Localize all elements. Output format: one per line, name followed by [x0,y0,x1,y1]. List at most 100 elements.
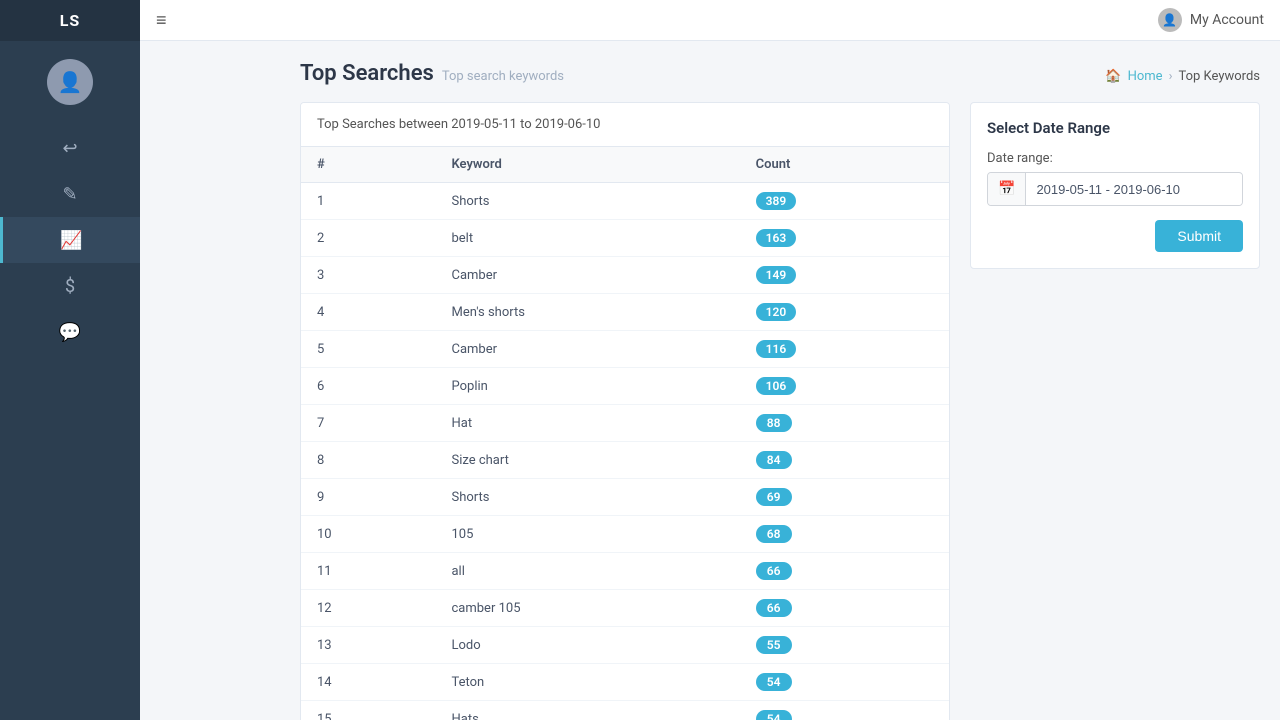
hamburger-icon[interactable]: ≡ [156,10,167,31]
table-row: 5 Camber 116 [301,331,949,368]
count-badge: 116 [756,340,797,358]
table-row: 9 Shorts 69 [301,479,949,516]
table-card: Top Searches between 2019-05-11 to 2019-… [300,102,950,720]
count-badge: 54 [756,673,792,691]
table-card-header: Top Searches between 2019-05-11 to 2019-… [301,103,949,147]
table-row: 15 Hats 54 [301,701,949,720]
cell-count: 54 [740,664,949,701]
page-title: Top Searches [300,61,434,86]
count-badge: 120 [756,303,797,321]
count-badge: 106 [756,377,797,395]
cell-keyword: Men's shorts [435,294,739,331]
count-badge: 55 [756,636,792,654]
table-row: 2 belt 163 [301,220,949,257]
col-count: Count [740,147,949,183]
table-row: 14 Teton 54 [301,664,949,701]
date-range-label: Date range: [987,151,1243,166]
calendar-icon: 📅 [988,173,1026,205]
main-content: Top Searches Top search keywords 🏠 Home … [280,41,1280,720]
sidebar-item-edit[interactable]: ✎ [0,171,140,217]
searches-table: # Keyword Count 1 Shorts 389 2 belt 1 6 3 … [301,147,949,720]
cell-num: 12 [301,590,435,627]
cell-keyword: 105 [435,516,739,553]
cell-keyword: belt [435,220,739,257]
count-badge: 84 [756,451,792,469]
date-input-wrapper: 📅 [987,172,1243,206]
cell-count: 88 [740,405,949,442]
cell-keyword: Teton [435,664,739,701]
count-badge: 68 [756,525,792,543]
sidebar-nav: ↩ ✎ 📈 $ 💬 [0,125,140,355]
table-row: 13 Lodo 55 [301,627,949,664]
table-header-row: # Keyword Count [301,147,949,183]
cell-count: 84 [740,442,949,479]
submit-button[interactable]: Submit [1155,220,1243,252]
table-row: 11 all 66 [301,553,949,590]
account-menu[interactable]: 👤 My Account [1158,8,1264,32]
cell-num: 13 [301,627,435,664]
count-badge: 66 [756,599,792,617]
date-range-title: Select Date Range [987,119,1243,137]
table-row: 1 Shorts 389 [301,183,949,220]
sidebar-item-chat[interactable]: 💬 [0,309,140,355]
cell-count: 69 [740,479,949,516]
cell-count: 68 [740,516,949,553]
cell-keyword: Size chart [435,442,739,479]
breadcrumb-home-link[interactable]: Home [1128,69,1163,84]
cell-count: 106 [740,368,949,405]
date-range-card: Select Date Range Date range: 📅 Submit [970,102,1260,269]
cell-keyword: Shorts [435,183,739,220]
breadcrumb: 🏠 Home › Top Keywords [1105,69,1260,84]
cell-num: 2 [301,220,435,257]
cell-num: 1 [301,183,435,220]
table-row: 10 105 68 [301,516,949,553]
cell-count: 66 [740,553,949,590]
cell-num: 4 [301,294,435,331]
breadcrumb-separator: › [1169,69,1173,84]
table-row: 4 Men's shorts 120 [301,294,949,331]
table-row: 6 Poplin 106 [301,368,949,405]
cell-keyword: Hats [435,701,739,720]
breadcrumb-home-icon: 🏠 [1105,69,1121,84]
date-range-input[interactable] [1026,174,1242,205]
sidebar-item-analytics[interactable]: 📈 [0,217,140,263]
cell-count: 163 [740,220,949,257]
sidebar-item-undo[interactable]: ↩ [0,125,140,171]
cell-keyword: Lodo [435,627,739,664]
count-badge: 389 [756,192,797,210]
cell-keyword: Hat [435,405,739,442]
cell-num: 10 [301,516,435,553]
cell-count: 389 [740,183,949,220]
count-badge: 163 [756,229,797,247]
sidebar: LS 👤 ↩ ✎ 📈 $ 💬 [0,0,140,720]
table-row: 12 camber 105 66 [301,590,949,627]
cell-count: 66 [740,590,949,627]
page-title-group: Top Searches Top search keywords [300,61,564,86]
cell-num: 6 [301,368,435,405]
cell-keyword: Poplin [435,368,739,405]
avatar: 👤 [47,59,93,105]
cell-num: 5 [301,331,435,368]
cell-keyword: Camber [435,257,739,294]
count-badge: 88 [756,414,792,432]
col-keyword: Keyword [435,147,739,183]
table-row: 3 Camber 149 [301,257,949,294]
count-badge: 149 [756,266,797,284]
count-badge: 66 [756,562,792,580]
cell-count: 54 [740,701,949,720]
account-label: My Account [1190,12,1264,28]
cell-count: 55 [740,627,949,664]
cell-count: 116 [740,331,949,368]
table-row: 7 Hat 88 [301,405,949,442]
cell-num: 11 [301,553,435,590]
breadcrumb-current: Top Keywords [1178,69,1260,84]
content-area: Top Searches between 2019-05-11 to 2019-… [300,102,1260,720]
sidebar-item-dollar[interactable]: $ [0,263,140,309]
cell-num: 14 [301,664,435,701]
topbar: ≡ 👤 My Account [140,0,1280,41]
account-avatar-icon: 👤 [1158,8,1182,32]
page-header: Top Searches Top search keywords 🏠 Home … [300,61,1260,86]
col-number: # [301,147,435,183]
cell-keyword: camber 105 [435,590,739,627]
page-subtitle: Top search keywords [442,69,564,84]
